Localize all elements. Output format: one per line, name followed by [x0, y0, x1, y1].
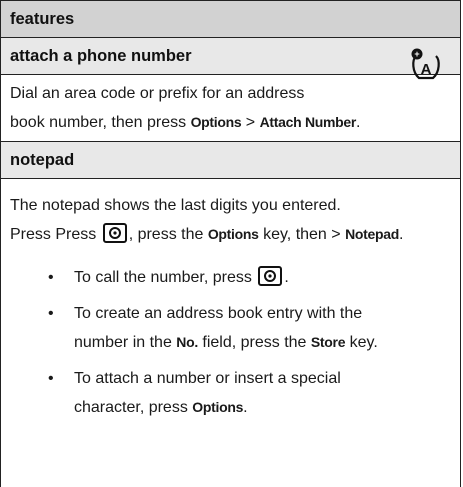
header-title: features	[10, 9, 75, 28]
section-body-notepad: The notepad shows the last digits you en…	[1, 179, 460, 422]
bullet-dot: •	[48, 269, 54, 286]
text: book number, then press	[10, 114, 191, 131]
list-item: • To attach a number or insert a special…	[10, 364, 451, 422]
text: To call the number, press	[74, 269, 257, 286]
body-line: book number, then press Options > Attach…	[10, 108, 451, 137]
section-title-attach-phone-number: attach a phone number + A	[1, 38, 460, 80]
text: character, press Options.	[74, 393, 451, 422]
text: To attach a number or insert a special	[74, 370, 341, 387]
list-item: • To call the number, press .	[10, 263, 451, 292]
text: .	[284, 269, 289, 286]
svg-text:+: +	[414, 49, 419, 59]
text: .	[243, 399, 248, 416]
attach-number-label: Attach Number	[259, 114, 357, 130]
text: number in the No. field, press the Store…	[74, 328, 451, 357]
options-key-label: Options	[207, 226, 259, 242]
text: , press the	[128, 226, 208, 243]
feature-table: features attach a phone number + A Dial …	[0, 0, 461, 487]
text: field, press the	[197, 334, 311, 351]
send-key-icon	[102, 223, 127, 243]
section-body-attach-phone-number: Dial an area code or prefix for an addre…	[1, 75, 460, 142]
section-title-notepad: notepad	[1, 142, 460, 179]
section-title: notepad	[10, 150, 75, 169]
no-field-label: No.	[176, 334, 198, 350]
bullet-dot: •	[48, 370, 54, 387]
body-line: Dial an area code or prefix for an addre…	[10, 85, 305, 102]
text: .	[356, 114, 361, 131]
text: character, press	[74, 399, 193, 416]
svg-text:A: A	[421, 61, 432, 78]
options-key-label: Options	[190, 114, 242, 130]
text: key, then >	[258, 226, 346, 243]
table-header: features	[1, 1, 460, 38]
notepad-label: Notepad	[345, 226, 399, 242]
text: key.	[345, 334, 378, 351]
body-line: Press Press , press the Options key, the…	[10, 220, 451, 249]
bullet-list: • To call the number, press . • To creat…	[10, 263, 451, 422]
store-key-label: Store	[310, 334, 346, 350]
text: number in the	[74, 334, 177, 351]
text: >	[241, 114, 260, 131]
send-key-icon	[258, 266, 283, 286]
options-key-label: Options	[192, 399, 244, 415]
network-feature-icon: + A	[411, 48, 440, 80]
body-line: The notepad shows the last digits you en…	[10, 197, 341, 214]
section-title: attach a phone number	[10, 46, 192, 65]
text: .	[398, 226, 404, 243]
bullet-dot: •	[48, 305, 54, 322]
text: Press Press	[10, 226, 101, 243]
list-item: • To create an address book entry with t…	[10, 299, 451, 357]
text: To create an address book entry with the	[74, 305, 363, 322]
